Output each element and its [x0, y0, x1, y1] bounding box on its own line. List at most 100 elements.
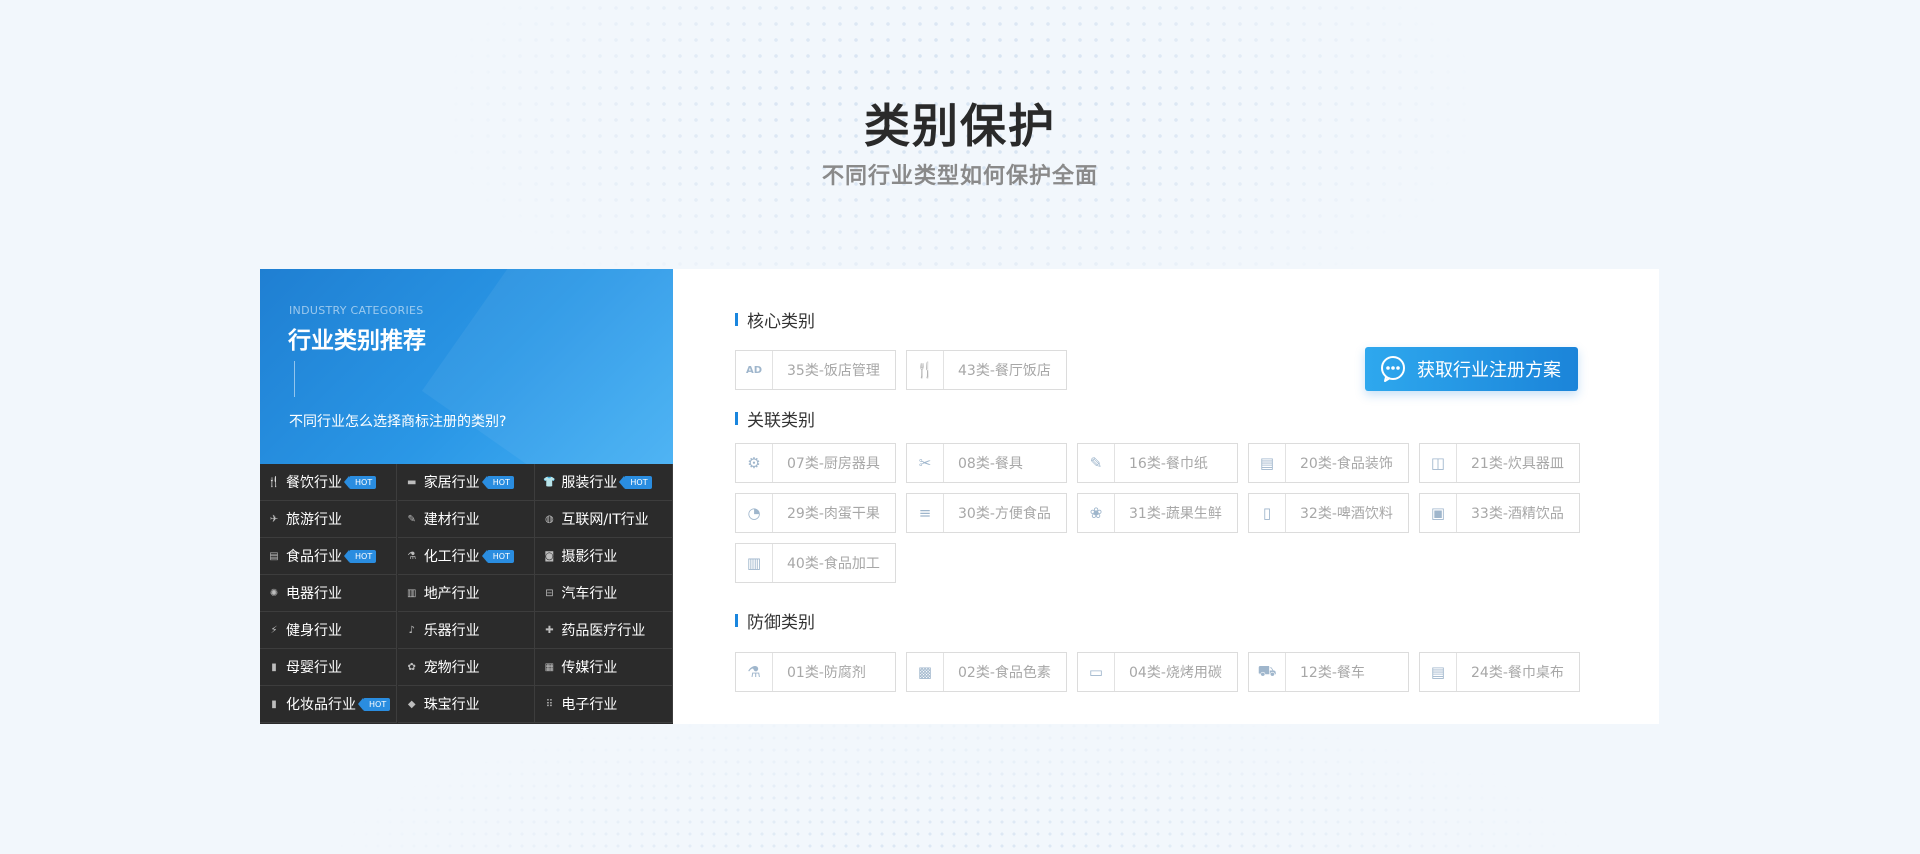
chip-icon: ⠿: [545, 698, 554, 710]
category-tag[interactable]: 🍴 43类-餐厅饭店: [906, 350, 1067, 390]
category-tag[interactable]: ✂ 08类-餐具: [906, 443, 1067, 483]
industry-item[interactable]: ◆ 珠宝行业: [397, 686, 535, 723]
beer-icon: ▯: [1249, 494, 1286, 532]
industry-item[interactable]: ▬ 家居行业 HOT: [397, 464, 535, 501]
industry-item[interactable]: ▦ 传媒行业: [535, 649, 674, 686]
industry-item[interactable]: 🍴 餐饮行业 HOT: [260, 464, 397, 501]
category-tag[interactable]: ✎ 16类-餐巾纸: [1077, 443, 1238, 483]
industry-panel: INDUSTRY CATEGORIES 行业类别推荐 不同行业怎么选择商标注册的…: [260, 269, 674, 724]
burger-icon: ≡: [907, 494, 944, 532]
wine-icon: ▣: [1420, 494, 1457, 532]
shirt-icon: 👕: [543, 476, 556, 488]
section-marker: [735, 614, 738, 627]
lipstick-icon: ▮: [271, 698, 277, 710]
category-tag-label: 16类-餐巾纸: [1129, 456, 1208, 472]
category-tag[interactable]: ≡ 30类-方便食品: [906, 493, 1067, 533]
fan-icon: ✺: [269, 587, 279, 599]
industry-item-label: 传媒行业: [561, 660, 618, 676]
industry-item[interactable]: ⊟ 汽车行业: [535, 575, 674, 612]
camera-icon: ◙: [544, 550, 555, 562]
industry-item[interactable]: ▤ 食品行业 HOT: [260, 538, 397, 575]
industry-panel-en-label: INDUSTRY CATEGORIES: [289, 304, 424, 317]
fuel-icon: ▭: [1078, 653, 1115, 691]
category-tag-label: 04类-烧烤用碳: [1129, 665, 1222, 681]
get-plan-button[interactable]: 获取行业注册方案: [1365, 347, 1578, 391]
cabinet-icon: ▤: [1249, 444, 1286, 482]
related-section-title: 关联类别: [735, 406, 815, 431]
industry-item[interactable]: ▮ 化妆品行业 HOT: [260, 686, 397, 723]
category-tag[interactable]: ◫ 21类-炊具器皿: [1419, 443, 1580, 483]
napkin-icon: ▤: [1420, 653, 1457, 691]
divider: [294, 361, 295, 397]
industry-grid: 🍴 餐饮行业 HOT ▬ 家居行业 HOT 👕 服装行业 HOT ✈ 旅游行业 ✎ 建材行业 ◍ 互联网/I…: [260, 464, 674, 724]
food-icon: ▤: [269, 550, 279, 562]
category-tag[interactable]: ◔ 29类-肉蛋干果: [735, 493, 896, 533]
medkit-icon: ✚: [545, 624, 554, 636]
industry-item[interactable]: 👕 服装行业 HOT: [535, 464, 674, 501]
industry-item-label: 建材行业: [423, 512, 480, 528]
category-tag[interactable]: ▣ 33类-酒精饮品: [1419, 493, 1580, 533]
industry-item[interactable]: ✎ 建材行业: [397, 501, 535, 538]
industry-item[interactable]: ⠿ 电子行业: [535, 686, 674, 723]
industry-item-label: 母婴行业: [286, 660, 342, 676]
hot-badge: HOT: [357, 697, 391, 711]
industry-panel-title: 行业类别推荐: [288, 328, 426, 354]
bottle-icon: ▮: [271, 661, 277, 673]
industry-item[interactable]: ✚ 药品医疗行业: [535, 612, 674, 649]
industry-item-label: 乐器行业: [423, 623, 480, 639]
category-tag-label: 07类-厨房器具: [787, 456, 880, 472]
industry-item[interactable]: ✈ 旅游行业: [260, 501, 397, 538]
category-tag-label: 31类-蔬果生鲜: [1129, 506, 1222, 522]
section-heading: 类别保护 不同行业类型如何保护全面: [0, 96, 1920, 190]
machine-icon: ▥: [736, 544, 773, 582]
category-tag-label: 01类-防腐剂: [787, 665, 866, 681]
ad-icon: AD: [736, 351, 773, 389]
category-tag[interactable]: ▤ 24类-餐巾桌布: [1419, 652, 1580, 692]
category-tag[interactable]: ▤ 20类-食品装饰: [1248, 443, 1409, 483]
category-tag-label: 32类-啤酒饮料: [1300, 506, 1393, 522]
industry-item[interactable]: ⚗ 化工行业 HOT: [397, 538, 535, 575]
category-tag[interactable]: ▥ 40类-食品加工: [735, 543, 896, 583]
industry-item[interactable]: ◙ 摄影行业: [535, 538, 674, 575]
fork-knife-icon: 🍴: [267, 476, 281, 488]
hot-badge: HOT: [343, 475, 377, 489]
hot-badge: HOT: [343, 549, 377, 563]
industry-item-label: 化工行业: [423, 549, 480, 565]
category-tag[interactable]: ▭ 04类-烧烤用碳: [1077, 652, 1238, 692]
category-tag[interactable]: ⚙ 07类-厨房器具: [735, 443, 896, 483]
gear-icon: ⚙: [736, 444, 773, 482]
industry-item[interactable]: ⚡ 健身行业: [260, 612, 397, 649]
run-icon: ⚡: [270, 624, 278, 636]
category-tag[interactable]: AD 35类-饭店管理: [735, 350, 896, 390]
category-tag[interactable]: ▩ 02类-食品色素: [906, 652, 1067, 692]
brush-icon: ✎: [407, 513, 416, 525]
industry-item-label: 互联网/IT行业: [561, 512, 649, 528]
industry-item[interactable]: ▥ 地产行业: [397, 575, 535, 612]
hot-badge: HOT: [619, 475, 652, 489]
industry-item[interactable]: ♪ 乐器行业: [397, 612, 535, 649]
category-tag[interactable]: ▯ 32类-啤酒饮料: [1248, 493, 1409, 533]
car-icon: ⊟: [545, 587, 554, 599]
category-tag[interactable]: ⛟ 12类-餐车: [1248, 652, 1409, 692]
industry-item-label: 家居行业: [423, 475, 480, 491]
category-tag[interactable]: ⚗ 01类-防腐剂: [735, 652, 896, 692]
industry-item-label: 珠宝行业: [423, 697, 480, 713]
scissors-icon: ✂: [907, 444, 944, 482]
industry-item-label: 药品医疗行业: [561, 623, 646, 639]
core-section-title: 核心类别: [735, 307, 815, 332]
section-marker: [735, 313, 738, 326]
sofa-icon: ▬: [406, 476, 417, 488]
industry-item[interactable]: ✿ 宠物行业: [397, 649, 535, 686]
core-section-label: 核心类别: [747, 312, 815, 332]
pencil-icon: ✎: [1078, 444, 1115, 482]
industry-item-label: 旅游行业: [286, 512, 342, 528]
category-tag-label: 08类-餐具: [958, 456, 1023, 472]
category-tag[interactable]: ❀ 31类-蔬果生鲜: [1077, 493, 1238, 533]
industry-item-label: 摄影行业: [561, 549, 618, 565]
utensils-icon: 🍴: [907, 351, 944, 389]
industry-item-label: 地产行业: [423, 586, 480, 602]
industry-item[interactable]: ◍ 互联网/IT行业: [535, 501, 674, 538]
industry-item[interactable]: ✺ 电器行业: [260, 575, 397, 612]
industry-item[interactable]: ▮ 母婴行业: [260, 649, 397, 686]
page-title: 类别保护: [864, 99, 1056, 153]
